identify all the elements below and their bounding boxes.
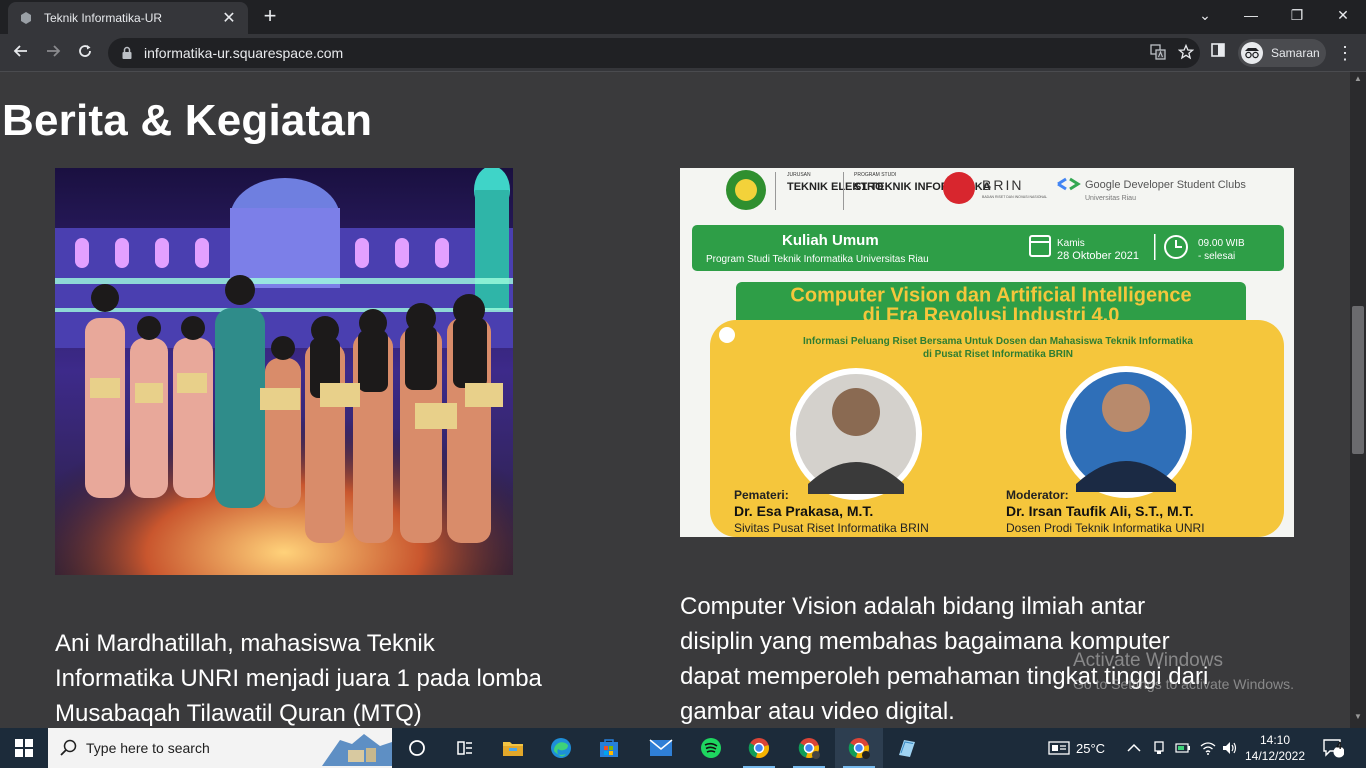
side-panel-icon[interactable]	[1207, 42, 1229, 64]
poster-dept1-small: JURUSAN	[787, 172, 811, 178]
clock-time: 14:10	[1259, 733, 1291, 747]
translate-icon[interactable]	[1144, 43, 1172, 63]
brin-logo-icon	[943, 172, 975, 204]
activate-windows-title: Activate Windows	[1073, 650, 1223, 671]
speaker-affiliation: Sivitas Pusat Riset Informatika BRIN	[734, 521, 929, 535]
poster-dept2-small: PROGRAM STUDI	[854, 172, 896, 178]
windows-taskbar: Type here to search 25°C 14:10 14/12/202…	[0, 728, 1366, 768]
speaker-photo	[790, 368, 922, 500]
article-1-caption[interactable]: Ani Mardhatillah, mahasiswa Teknik Infor…	[55, 626, 555, 728]
speaker-role: Pemateri:	[734, 488, 789, 502]
web-page: Berita & Kegiatan JURUSAN TEKNIK ELEKTRO…	[0, 72, 1350, 728]
task-view-icon[interactable]	[393, 728, 441, 768]
widgets-icon[interactable]	[441, 728, 489, 768]
poster-date: 28 Oktober 2021	[1057, 250, 1139, 262]
article-2-poster[interactable]: JURUSAN TEKNIK ELEKTRO PROGRAM STUDI S1 …	[680, 168, 1294, 537]
poster-title-line1: Computer Vision dan Artificial Intellige…	[790, 284, 1191, 306]
battery-icon[interactable]	[1175, 728, 1191, 768]
tab-search-chevron-icon[interactable]: ⌄	[1182, 0, 1228, 30]
forward-arrow-icon	[47, 45, 61, 57]
back-arrow-icon	[13, 45, 27, 57]
poster-gdsc-sub: Universitas Riau	[1085, 195, 1136, 202]
browser-tab[interactable]: Teknik Informatika-UR ✕	[8, 2, 248, 34]
clock-date: 14/12/2022	[1244, 749, 1306, 763]
moderator-name: Dr. Irsan Taufik Ali, S.T., M.T.	[1006, 503, 1193, 519]
taskbar-search-placeholder: Type here to search	[86, 740, 210, 756]
speaker-name: Dr. Esa Prakasa, M.T.	[734, 503, 873, 519]
search-icon	[60, 739, 77, 756]
chrome-incognito-icon[interactable]	[835, 728, 883, 768]
poster-event-org: Program Studi Teknik Informatika Univers…	[706, 254, 929, 265]
chrome-profile-icon[interactable]	[785, 728, 833, 768]
poster-subtitle-line2: di Pusat Riset Informatika BRIN	[923, 349, 1073, 360]
windows-logo-icon	[15, 739, 33, 757]
show-hidden-icons-button[interactable]	[1127, 728, 1141, 768]
edge-browser-icon[interactable]	[537, 728, 585, 768]
reload-icon	[79, 45, 91, 57]
restore-button[interactable]: ❐	[1274, 0, 1320, 30]
page-scrollbar[interactable]: ▲ ▼	[1350, 72, 1366, 728]
back-button[interactable]	[8, 40, 34, 66]
moderator-affiliation: Dosen Prodi Teknik Informatika UNRI	[1006, 521, 1205, 535]
activate-windows-subtitle: Go to Settings to activate Windows.	[1073, 676, 1294, 692]
poster-time-end: - selesai	[1198, 251, 1235, 262]
menu-kebab-icon[interactable]: ⋮	[1334, 42, 1356, 64]
notification-center-button[interactable]: 4	[1322, 728, 1344, 768]
notepad-app-icon[interactable]	[883, 728, 931, 768]
page-title: Berita & Kegiatan	[2, 96, 373, 145]
poster-time: 09.00 WIB	[1198, 238, 1245, 249]
poster-brin-sub: BADAN RISET DAN INOVASI NASIONAL	[982, 195, 1047, 199]
file-explorer-icon[interactable]	[489, 728, 537, 768]
address-bar[interactable]: informatika-ur.squarespace.com	[108, 38, 1200, 68]
minimize-button[interactable]: —	[1228, 0, 1274, 30]
activate-windows-watermark: Activate Windows Go to Settings to activ…	[1073, 650, 1294, 692]
poster-day: Kamis	[1057, 238, 1085, 249]
poster-gdsc: Google Developer Student Clubs	[1085, 179, 1246, 191]
weather-widget[interactable]: 25°C	[1048, 728, 1105, 768]
browser-toolbar: informatika-ur.squarespace.com Samaran ⋮	[0, 34, 1366, 72]
profile-button[interactable]: Samaran	[1238, 39, 1326, 67]
moderator-photo	[1060, 366, 1192, 498]
search-highlight-illustration-icon	[322, 734, 392, 766]
tab-close-icon[interactable]: ✕	[220, 8, 238, 28]
notification-count: 4	[1336, 741, 1342, 752]
scroll-down-arrow-icon[interactable]: ▼	[1350, 712, 1366, 721]
spotify-icon[interactable]	[687, 728, 735, 768]
temperature-text: 25°C	[1076, 740, 1106, 756]
poster-event-type: Kuliah Umum	[782, 232, 879, 249]
moderator-role: Moderator:	[1006, 488, 1069, 502]
mail-icon[interactable]	[637, 728, 685, 768]
taskbar-search-box[interactable]: Type here to search	[48, 728, 392, 768]
system-clock[interactable]: 14:10 14/12/2022	[1240, 732, 1310, 764]
profile-name: Samaran	[1271, 46, 1320, 60]
incognito-avatar-icon	[1241, 42, 1263, 64]
weather-icon	[1048, 741, 1070, 755]
lock-icon	[122, 46, 132, 59]
new-tab-button[interactable]: +	[258, 5, 282, 29]
url-text: informatika-ur.squarespace.com	[144, 45, 344, 61]
chevron-up-icon	[1127, 743, 1141, 752]
store-icon[interactable]	[585, 728, 633, 768]
poster-brin: BRIN	[982, 177, 1023, 193]
usb-tray-icon[interactable]	[1152, 728, 1166, 768]
tab-strip: Teknik Informatika-UR ✕ + ⌄ — ❐ ✕	[0, 0, 1366, 34]
close-window-button[interactable]: ✕	[1320, 0, 1366, 30]
start-button[interactable]	[0, 728, 48, 768]
scrollbar-thumb[interactable]	[1352, 306, 1364, 454]
tab-title: Teknik Informatika-UR	[44, 11, 163, 25]
wifi-icon[interactable]	[1200, 728, 1216, 768]
article-1-photo[interactable]	[55, 168, 513, 575]
poster-subtitle-line1: Informasi Peluang Riset Bersama Untuk Do…	[803, 336, 1193, 347]
unri-logo-icon	[726, 170, 766, 210]
reload-button[interactable]	[72, 40, 98, 66]
volume-icon[interactable]	[1222, 728, 1238, 768]
bookmark-star-icon[interactable]	[1172, 43, 1200, 63]
forward-button[interactable]	[40, 40, 66, 66]
scroll-up-arrow-icon[interactable]: ▲	[1350, 74, 1366, 83]
site-favicon-icon	[18, 10, 34, 26]
chrome-icon[interactable]	[735, 728, 783, 768]
